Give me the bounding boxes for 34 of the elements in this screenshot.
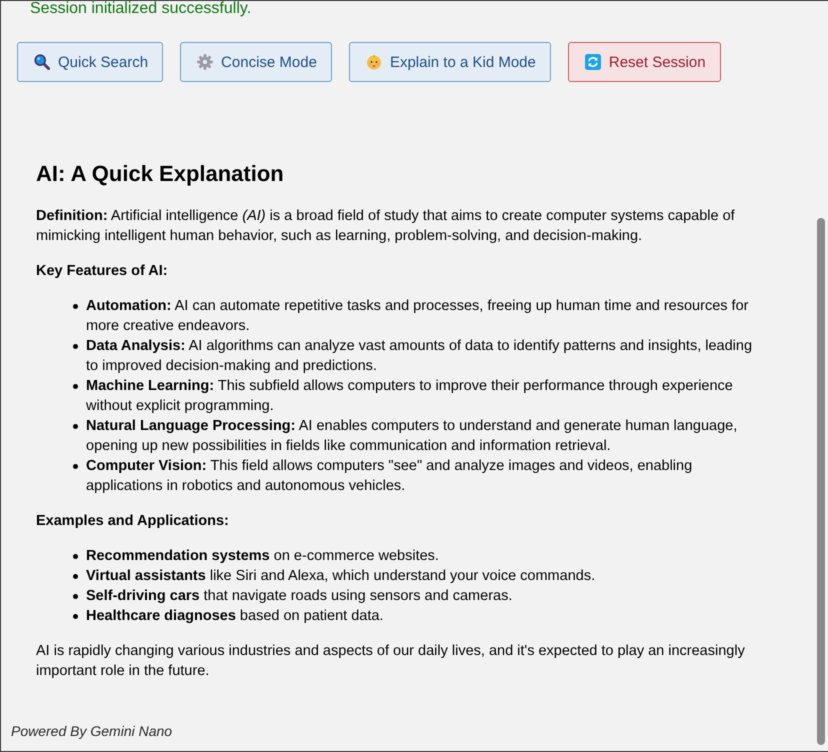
bullet-icon <box>73 304 78 309</box>
list-item-text: Data Analysis: AI algorithms can analyze vast amounts of data to identify patterns and insights, leading to improved decision-making and predictions. <box>86 337 754 376</box>
bullet-icon <box>73 594 78 599</box>
list-item-text: Computer Vision: This field allows computers "see" and analyze images and videos, enabling applications in robotics and autonomous vehicles. <box>86 457 694 496</box>
magnifier-icon <box>34 54 50 70</box>
bullet-icon <box>73 424 78 429</box>
baby-face-icon <box>366 54 382 70</box>
list-item-text: Healthcare diagnoses based on patient data. <box>86 607 384 626</box>
bullet-icon <box>73 344 78 349</box>
status-message: Session initialized successfully. <box>29 1 252 17</box>
reset-session-button[interactable]: Reset Session <box>568 42 721 82</box>
section-heading: Examples and Applications: <box>36 512 229 531</box>
list-item-text: Recommendation systems on e-commerce websites. <box>86 547 440 566</box>
list-item-text: Self-driving cars that navigate roads using sensors and cameras. <box>86 587 514 606</box>
list-item-text: Automation: AI can automate repetitive tasks and processes, freeing up human time and resources for more creative endeavors. <box>86 297 750 336</box>
bullet-icon <box>73 614 78 619</box>
paragraph-text: AI is rapidly changing various industries and aspects of our daily lives, and it's expected to play an increasingly important role in the future. <box>36 642 746 681</box>
bullet-icon <box>73 384 78 389</box>
kid-mode-button[interactable]: Explain to a Kid Mode <box>348 42 551 82</box>
section-heading: Key Features of AI: <box>36 262 168 281</box>
paragraph-text: Definition: Artificial intelligence (AI) is a broad field of study that aims to create computer systems capable of mimicking intelligent human behavior, such as learning, problem-solving, and decision-making. <box>36 207 736 246</box>
powered-by-text: Powered By Gemini Nano <box>10 722 172 741</box>
list-item-text: Natural Language Processing: AI enables computers to understand and generate human language, opening up new possibilities in fields like communication and information retrieval. <box>86 417 738 456</box>
refresh-icon <box>584 54 601 70</box>
bullet-icon <box>73 554 78 559</box>
concise-mode-button[interactable]: Concise Mode <box>180 42 332 82</box>
bullet-icon <box>73 574 78 579</box>
bullet-icon <box>73 464 78 469</box>
list-item-text: Virtual assistants like Siri and Alexa, which understand your voice commands. <box>86 567 596 586</box>
list-item-text: Machine Learning: This subfield allows computers to improve their performance through experience without explicit programming. <box>86 377 734 416</box>
scrollbar-thumb[interactable] <box>817 218 825 745</box>
quick-search-button[interactable]: Quick Search <box>17 42 164 82</box>
gear-icon <box>197 54 214 70</box>
article-title: AI: A Quick Explanation <box>36 160 284 188</box>
